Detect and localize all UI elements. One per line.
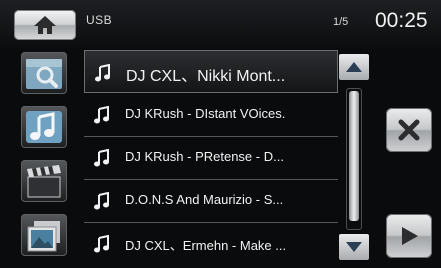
play-icon [402, 227, 418, 245]
clock: 00:25 [375, 9, 428, 32]
track-title: DJ KRush - DIstant VOices. [125, 106, 286, 121]
track-title: DJ CXL、Ermehn - Make ... [125, 238, 287, 253]
clapperboard-icon [27, 165, 61, 198]
music-note-icon [95, 64, 110, 82]
home-icon [34, 16, 56, 34]
home-button[interactable] [14, 10, 76, 40]
music-note-icon [26, 111, 62, 143]
list-item[interactable]: DJ CXL、Ermehn - Make ... [84, 222, 338, 265]
scroll-up-button[interactable] [339, 54, 369, 80]
music-note-icon [94, 106, 109, 124]
track-list: DJ CXL、Nikki Mont... DJ KRush - DIstant … [84, 50, 338, 264]
sidebar-item-video[interactable] [21, 160, 67, 202]
scroll-down-button[interactable] [339, 234, 369, 260]
scrollbar-track[interactable] [346, 88, 362, 230]
media-player-screen: USB 1/5 00:25 DJ CXL、Nikki Mont... DJ KR… [0, 0, 441, 268]
photo-icon [27, 221, 60, 252]
list-item[interactable]: DJ KRush - DIstant VOices. [84, 93, 338, 137]
list-item[interactable]: DJ CXL、Nikki Mont... [84, 50, 338, 93]
close-button[interactable] [386, 108, 432, 152]
play-button[interactable] [386, 214, 432, 258]
sidebar-item-photo[interactable] [21, 214, 67, 256]
triangle-down-icon [346, 242, 362, 252]
close-icon [398, 119, 420, 141]
sidebar-item-music[interactable] [21, 106, 67, 148]
source-label: USB [86, 13, 113, 27]
music-note-icon [94, 235, 109, 253]
scrollbar-thumb[interactable] [349, 91, 359, 221]
track-title: DJ CXL、Nikki Mont... [126, 68, 286, 85]
music-note-icon [94, 149, 109, 167]
list-item[interactable]: DJ KRush - PRetense - D... [84, 136, 338, 180]
list-item[interactable]: D.O.N.S And Maurizio - S... [84, 179, 338, 223]
page-indicator: 1/5 [333, 16, 349, 28]
music-note-icon [94, 192, 109, 210]
top-bar: USB 1/5 00:25 [0, 0, 441, 48]
sidebar-item-browse[interactable] [21, 52, 67, 94]
triangle-up-icon [346, 62, 362, 72]
track-title: D.O.N.S And Maurizio - S... [125, 192, 284, 207]
folder-search-icon [26, 59, 62, 89]
track-title: DJ KRush - PRetense - D... [125, 149, 284, 164]
